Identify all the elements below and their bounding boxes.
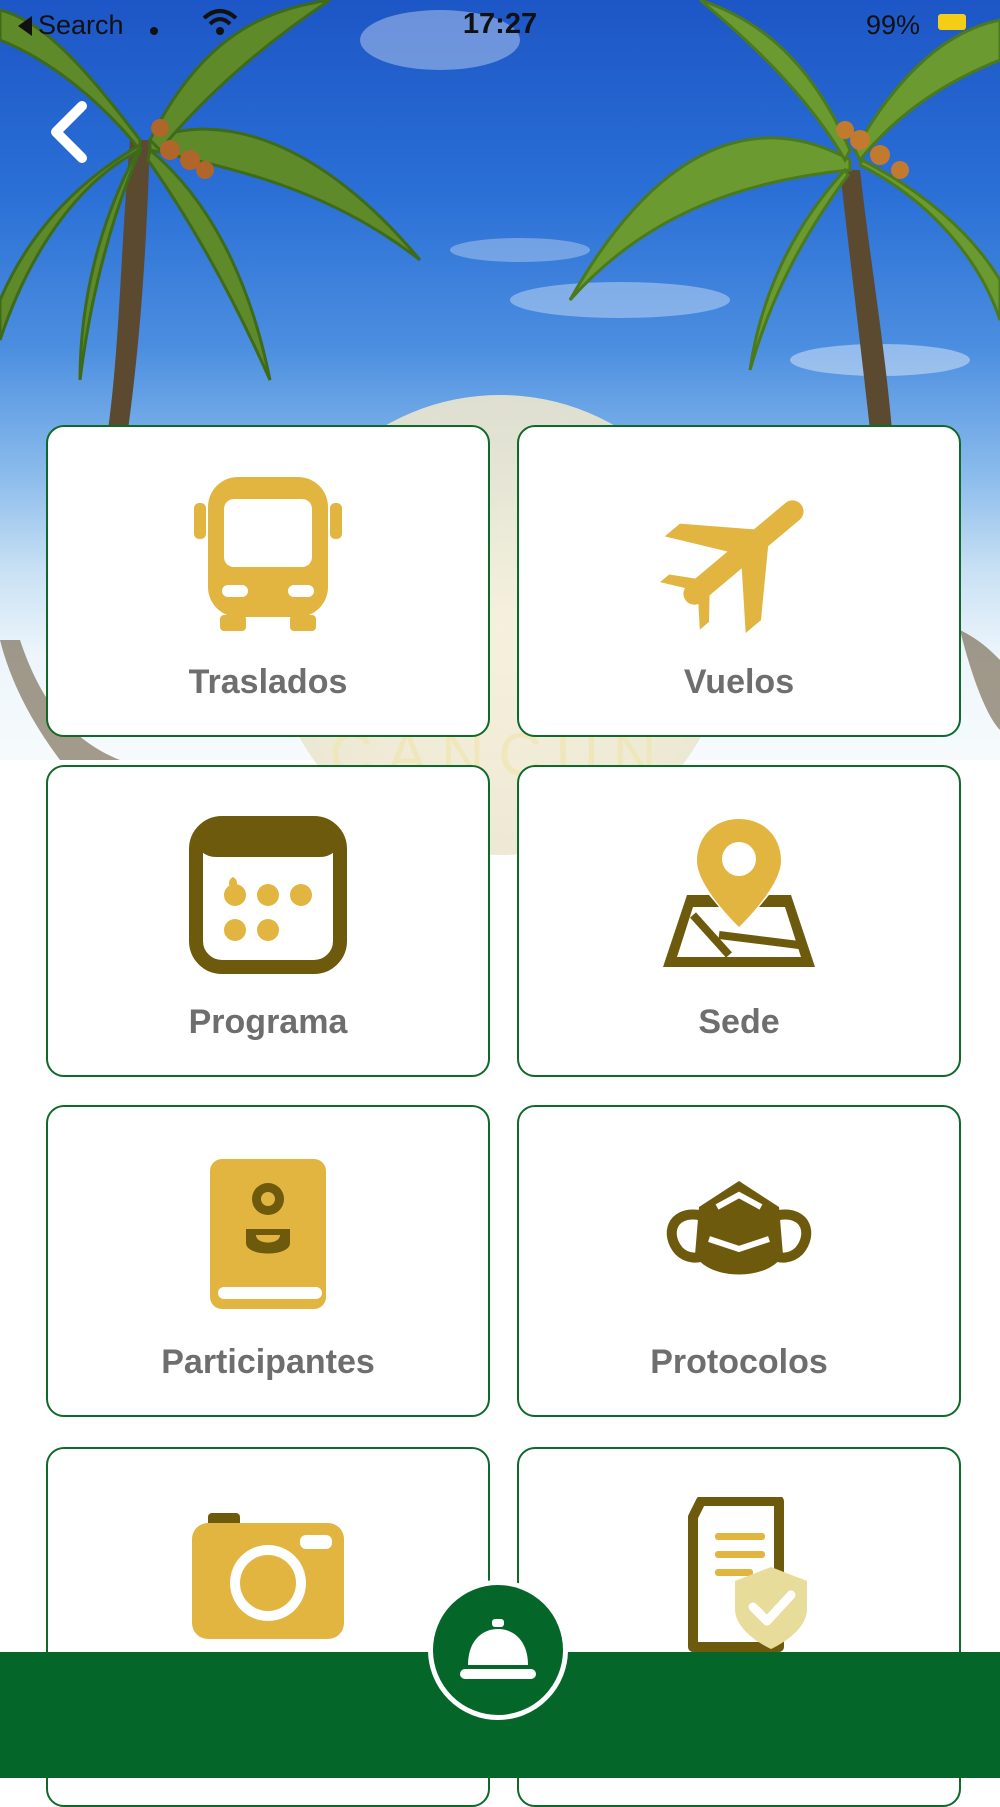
calendar-icon — [189, 816, 347, 974]
document-shield-icon — [688, 1497, 807, 1652]
tile-label: Programa — [188, 1003, 348, 1041]
back-button[interactable] — [44, 100, 94, 164]
tile-vuelos[interactable]: Vuelos — [517, 425, 961, 737]
airplane-icon — [659, 500, 804, 633]
tile-traslados[interactable]: Traslados — [46, 425, 490, 737]
service-bell-icon — [460, 1619, 536, 1679]
bus-icon — [194, 477, 342, 631]
map-pin-icon — [663, 819, 815, 967]
battery-percent: 99% — [865, 10, 920, 40]
tile-label: Participantes — [161, 1343, 375, 1381]
face-mask-icon — [666, 1181, 812, 1275]
battery-icon — [938, 14, 966, 30]
status-time: 17:27 — [462, 8, 538, 40]
tile-label: Traslados — [188, 663, 348, 701]
tile-label: Sede — [698, 1003, 780, 1041]
tile-protocolos[interactable]: Protocolos — [517, 1105, 961, 1417]
tile-label: Vuelos — [683, 663, 795, 701]
concierge-button[interactable] — [428, 1580, 568, 1720]
tile-sede[interactable]: Sede — [517, 765, 961, 1077]
chevron-left-icon — [51, 101, 87, 163]
camera-icon — [192, 1513, 344, 1639]
tile-programa[interactable]: Programa — [46, 765, 490, 1077]
tile-participantes[interactable]: Participantes — [46, 1105, 490, 1417]
tile-label: Protocolos — [650, 1343, 828, 1381]
status-bar: Search 17:27 99% — [0, 0, 1000, 50]
contact-book-icon — [210, 1159, 326, 1309]
